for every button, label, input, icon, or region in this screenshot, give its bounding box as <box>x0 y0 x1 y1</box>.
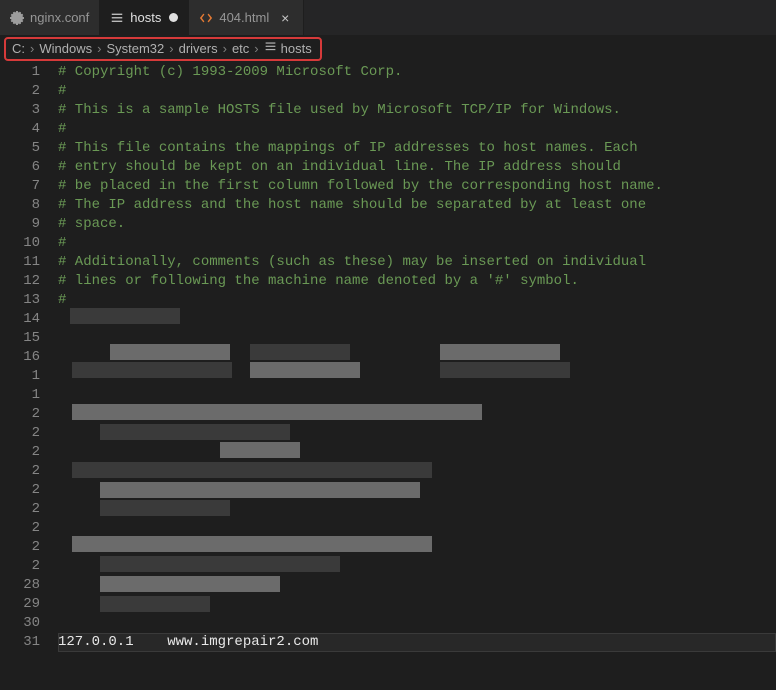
line-number: 13 <box>0 291 40 310</box>
tab-nginx-conf[interactable]: nginx.conf <box>0 0 100 35</box>
breadcrumb-c[interactable]: C: <box>12 41 25 56</box>
line-number-gutter: 1234567891011121314151611222222222282930… <box>0 63 58 652</box>
line-number: 14 <box>0 310 40 329</box>
tab-hosts[interactable]: hosts <box>100 0 189 35</box>
code-line[interactable]: 127.0.0.1 www.imgrepair2.com <box>58 633 776 652</box>
code-icon <box>199 11 213 25</box>
line-number: 2 <box>0 500 40 519</box>
line-number: 2 <box>0 443 40 462</box>
breadcrumb-drivers[interactable]: drivers <box>179 41 218 56</box>
line-number: 1 <box>0 367 40 386</box>
breadcrumb-highlight: C: › Windows › System32 › drivers › etc … <box>4 37 322 61</box>
line-number: 2 <box>0 405 40 424</box>
tab-bar: nginx.conf hosts 404.html × <box>0 0 776 35</box>
line-number: 1 <box>0 63 40 82</box>
lines-icon <box>110 11 124 25</box>
chevron-right-icon: › <box>167 41 175 56</box>
line-number: 4 <box>0 120 40 139</box>
tab-label: hosts <box>130 10 161 25</box>
code-line[interactable]: # Additionally, comments (such as these)… <box>58 253 776 272</box>
line-number: 2 <box>0 462 40 481</box>
line-number: 2 <box>0 82 40 101</box>
lines-icon <box>264 40 277 56</box>
gear-icon <box>10 11 24 25</box>
breadcrumb-windows[interactable]: Windows <box>39 41 92 56</box>
chevron-right-icon: › <box>221 41 229 56</box>
line-number: 28 <box>0 576 40 595</box>
breadcrumb: C: › Windows › System32 › drivers › etc … <box>12 40 312 56</box>
chevron-right-icon: › <box>28 41 36 56</box>
line-number: 7 <box>0 177 40 196</box>
code-line[interactable] <box>58 614 776 633</box>
code-line[interactable]: # space. <box>58 215 776 234</box>
code-line[interactable]: # entry should be kept on an individual … <box>58 158 776 177</box>
code-line[interactable] <box>58 443 776 462</box>
line-number: 2 <box>0 538 40 557</box>
chevron-right-icon: › <box>252 41 260 56</box>
chevron-right-icon: › <box>95 41 103 56</box>
line-number: 11 <box>0 253 40 272</box>
line-number: 29 <box>0 595 40 614</box>
breadcrumb-hosts[interactable]: hosts <box>264 40 312 56</box>
line-number: 30 <box>0 614 40 633</box>
line-number: 1 <box>0 386 40 405</box>
tab-404-html[interactable]: 404.html × <box>189 0 304 35</box>
close-icon[interactable]: × <box>277 10 293 26</box>
line-number: 6 <box>0 158 40 177</box>
line-number: 10 <box>0 234 40 253</box>
line-number: 2 <box>0 557 40 576</box>
code-line[interactable]: # The IP address and the host name shoul… <box>58 196 776 215</box>
line-number: 5 <box>0 139 40 158</box>
line-number: 8 <box>0 196 40 215</box>
breadcrumb-system32[interactable]: System32 <box>106 41 164 56</box>
line-number: 2 <box>0 424 40 443</box>
code-line[interactable]: # lines or following the machine name de… <box>58 272 776 291</box>
line-number: 2 <box>0 519 40 538</box>
code-line[interactable]: # Copyright (c) 1993-2009 Microsoft Corp… <box>58 63 776 82</box>
code-line[interactable]: # <box>58 234 776 253</box>
code-line[interactable]: # <box>58 120 776 139</box>
code-line[interactable]: # This is a sample HOSTS file used by Mi… <box>58 101 776 120</box>
line-number: 3 <box>0 101 40 120</box>
line-number: 31 <box>0 633 40 652</box>
dirty-indicator-icon <box>169 13 178 22</box>
code-line[interactable]: # This file contains the mappings of IP … <box>58 139 776 158</box>
line-number: 2 <box>0 481 40 500</box>
breadcrumb-etc[interactable]: etc <box>232 41 249 56</box>
code-line[interactable]: # <box>58 82 776 101</box>
line-number: 16 <box>0 348 40 367</box>
tab-label: nginx.conf <box>30 10 89 25</box>
tab-label: 404.html <box>219 10 269 25</box>
code-line[interactable]: # be placed in the first column followed… <box>58 177 776 196</box>
line-number: 15 <box>0 329 40 348</box>
line-number: 12 <box>0 272 40 291</box>
line-number: 9 <box>0 215 40 234</box>
code-line[interactable] <box>58 386 776 405</box>
